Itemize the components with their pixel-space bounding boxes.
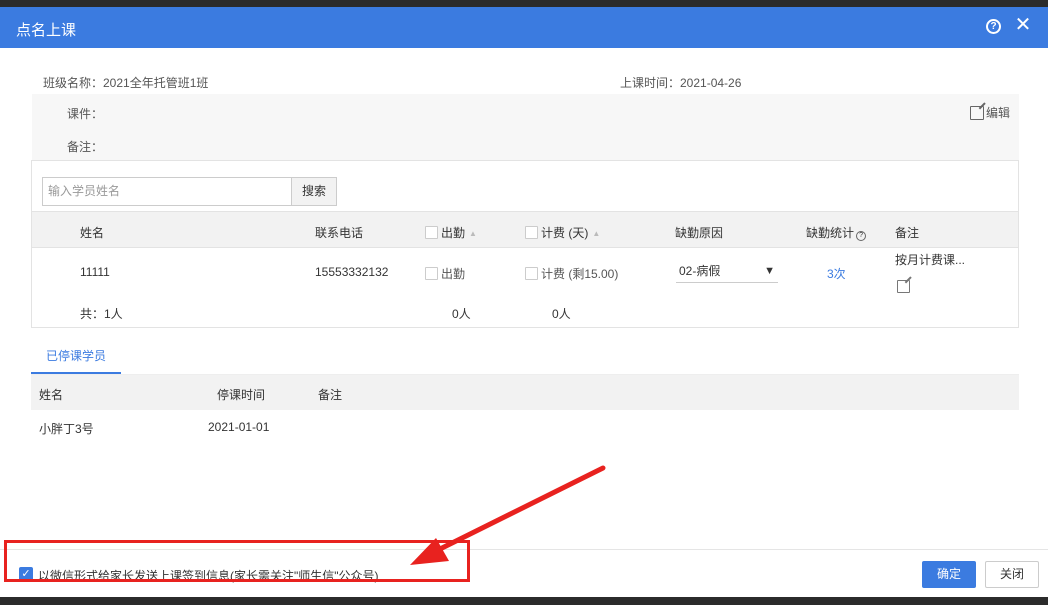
stopped-col-note: 备注 bbox=[318, 388, 343, 402]
attend-label: 出勤 bbox=[441, 267, 466, 281]
attendance-dialog: 点名上课 ? ✕ 班级名称：2021全年托管班1班 上课时间：2021-04-2… bbox=[0, 7, 1048, 597]
chevron-down-icon: ▼ bbox=[764, 265, 775, 277]
stopped-col-name: 姓名 bbox=[39, 388, 64, 402]
student-search-input[interactable]: 输入学员姓名 bbox=[42, 177, 292, 206]
stopped-student-time: 2021-01-01 bbox=[208, 420, 270, 434]
attend-cell: 出勤 bbox=[425, 265, 465, 282]
class-name: 班级名称：2021全年托管班1班 bbox=[43, 76, 209, 90]
student-table-header: 姓名 联系电话 出勤 ▲ 计费 (天) ▲ 缺勤原因 缺勤统计? 备注 bbox=[32, 211, 1018, 248]
stopped-student-name: 小胖丁3号 bbox=[39, 422, 94, 436]
search-button[interactable]: 搜索 bbox=[291, 177, 337, 206]
stopped-col-time: 停课时间 bbox=[217, 388, 266, 402]
edit-label: 编辑 bbox=[986, 106, 1011, 120]
charge-label: 计费 (剩15.00) bbox=[541, 267, 619, 281]
class-time: 上课时间：2021-04-26 bbox=[620, 76, 742, 90]
charge-cell: 计费 (剩15.00) bbox=[525, 265, 618, 282]
col-charge: 计费 (天) ▲ bbox=[525, 224, 600, 241]
dialog-title: 点名上课 bbox=[16, 22, 77, 39]
courseware-label: 课件： bbox=[67, 107, 104, 121]
col-stats-label: 缺勤统计 bbox=[806, 226, 855, 240]
note-edit-icon[interactable] bbox=[897, 280, 910, 293]
tab-stopped-students[interactable]: 已停课学员 bbox=[31, 346, 121, 374]
absence-reason-value: 02-病假 bbox=[679, 264, 721, 278]
charge-all-checkbox[interactable] bbox=[525, 226, 538, 239]
col-note: 备注 bbox=[895, 226, 920, 240]
charge-checkbox[interactable] bbox=[525, 267, 538, 280]
edit-button[interactable]: 编辑 bbox=[970, 104, 1010, 121]
annotation-highlight-box bbox=[4, 540, 470, 582]
col-attend-label: 出勤 bbox=[441, 226, 466, 240]
total-charge: 0人 bbox=[552, 307, 571, 321]
student-phone: 15553332132 bbox=[315, 265, 389, 279]
sort-icon[interactable]: ▲ bbox=[592, 229, 600, 238]
absence-reason-select[interactable]: 02-病假 ▼ bbox=[676, 260, 778, 283]
edit-icon bbox=[970, 105, 984, 120]
total-count: 共：1人 bbox=[80, 307, 123, 321]
col-reason: 缺勤原因 bbox=[675, 226, 724, 240]
student-name: 11111 bbox=[80, 265, 110, 279]
col-attend: 出勤 ▲ bbox=[425, 224, 477, 241]
col-stats: 缺勤统计? bbox=[806, 224, 867, 241]
remark-label: 备注： bbox=[67, 140, 104, 154]
question-icon[interactable]: ? bbox=[856, 231, 867, 241]
class-meta-box: 课件： 备注： 编辑 bbox=[32, 94, 1019, 160]
close-button[interactable]: 关闭 bbox=[985, 561, 1039, 588]
total-attend: 0人 bbox=[452, 307, 471, 321]
student-panel: 输入学员姓名 搜索 姓名 联系电话 出勤 ▲ 计费 (天) ▲ 缺勤原因 缺勤统计?… bbox=[31, 160, 1019, 328]
attend-all-checkbox[interactable] bbox=[425, 226, 438, 239]
student-note: 按月计费课... bbox=[895, 253, 966, 267]
dialog-titlebar: 点名上课 ? ✕ bbox=[0, 7, 1048, 48]
col-name: 姓名 bbox=[80, 226, 105, 240]
confirm-button[interactable]: 确定 bbox=[922, 561, 976, 588]
sort-icon[interactable]: ▲ bbox=[469, 229, 477, 238]
stopped-table-header: 姓名 停课时间 备注 bbox=[31, 375, 1019, 410]
close-icon[interactable]: ✕ bbox=[1015, 14, 1032, 36]
col-charge-label: 计费 (天) bbox=[541, 226, 589, 240]
help-icon[interactable]: ? bbox=[986, 19, 1001, 34]
col-phone: 联系电话 bbox=[315, 226, 364, 240]
attend-checkbox[interactable] bbox=[425, 267, 438, 280]
absence-stats-link[interactable]: 3次 bbox=[827, 265, 846, 282]
